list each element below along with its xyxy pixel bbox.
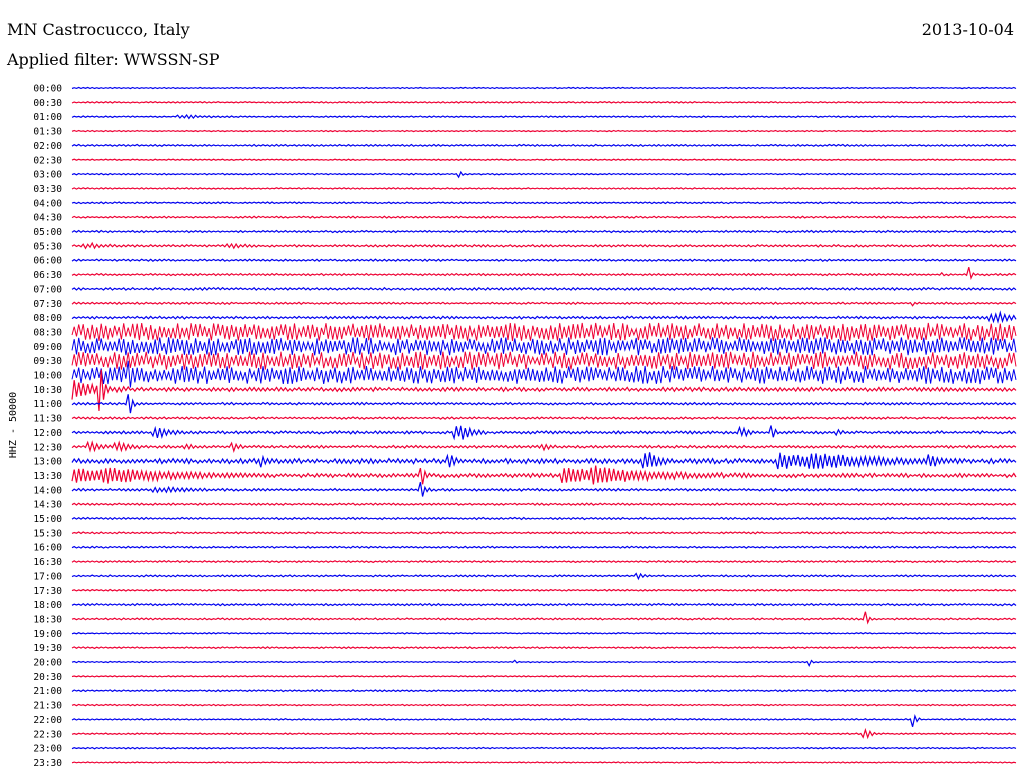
time-tick-labels: 00:00 00:30 01:00 01:30 02:00 02:30 03:00 03:30… xyxy=(33,84,62,769)
trace-2200 xyxy=(71,713,1017,727)
tick-label: 05:00 xyxy=(33,227,62,238)
tick-label: 02:00 xyxy=(33,141,62,152)
trace-0530 xyxy=(71,241,1017,250)
trace-2230 xyxy=(71,727,1017,740)
tick-label: 03:30 xyxy=(33,184,62,195)
trace-1230 xyxy=(71,440,1017,454)
trace-0900 xyxy=(71,337,1017,356)
tick-label: 06:00 xyxy=(33,256,62,267)
trace-1500 xyxy=(71,516,1017,521)
trace-1130 xyxy=(71,416,1017,420)
trace-0030 xyxy=(71,101,1017,104)
trace-0800 xyxy=(71,310,1017,324)
tick-label: 00:00 xyxy=(33,84,62,95)
trace-0200 xyxy=(71,143,1017,148)
trace-1430 xyxy=(71,502,1017,506)
tick-label: 03:00 xyxy=(33,170,62,181)
tick-label: 20:00 xyxy=(33,658,62,669)
trace-2330 xyxy=(71,761,1017,764)
trace-2100 xyxy=(71,689,1017,693)
trace-0330 xyxy=(71,187,1017,190)
tick-label: 12:30 xyxy=(33,442,62,453)
tick-label: 19:30 xyxy=(33,643,62,654)
tick-label: 13:30 xyxy=(33,471,62,482)
trace-0430 xyxy=(71,215,1017,219)
tick-label: 12:00 xyxy=(33,428,62,439)
tick-label: 23:00 xyxy=(33,744,62,755)
trace-2000 xyxy=(71,659,1017,667)
trace-0300 xyxy=(71,170,1017,179)
trace-2130 xyxy=(71,703,1017,707)
tick-label: 16:00 xyxy=(33,543,62,554)
tick-label: 01:30 xyxy=(33,127,62,138)
tick-label: 01:00 xyxy=(33,112,62,123)
tick-label: 17:00 xyxy=(33,571,62,582)
trace-1530 xyxy=(71,531,1017,535)
tick-label: 21:00 xyxy=(33,686,62,697)
trace-1730 xyxy=(71,588,1017,592)
trace-1900 xyxy=(71,632,1017,635)
tick-label: 00:30 xyxy=(33,98,62,109)
trace-0500 xyxy=(71,229,1017,234)
trace-1630 xyxy=(71,559,1017,564)
trace-1700 xyxy=(71,572,1017,581)
tick-label: 09:30 xyxy=(33,356,62,367)
tick-label: 17:30 xyxy=(33,586,62,597)
trace-0000 xyxy=(71,86,1017,90)
tick-label: 23:30 xyxy=(33,758,62,769)
tick-label: 21:30 xyxy=(33,701,62,712)
trace-1330 xyxy=(71,465,1017,485)
trace-2300 xyxy=(71,746,1017,750)
trace-1600 xyxy=(71,545,1017,549)
trace-0700 xyxy=(71,286,1017,291)
tick-label: 07:00 xyxy=(33,284,62,295)
trace-1930 xyxy=(71,646,1017,650)
trace-0730 xyxy=(71,301,1017,307)
tick-label: 10:00 xyxy=(33,371,62,382)
tick-label: 14:00 xyxy=(33,485,62,496)
tick-label: 11:30 xyxy=(33,414,62,425)
trace-1300 xyxy=(71,452,1017,470)
trace-0100 xyxy=(71,113,1017,120)
trace-0130 xyxy=(71,129,1017,133)
tick-label: 08:00 xyxy=(33,313,62,324)
tick-label: 15:30 xyxy=(33,528,62,539)
tick-label: 14:30 xyxy=(33,500,62,511)
tick-label: 06:30 xyxy=(33,270,62,281)
tick-label: 04:30 xyxy=(33,213,62,224)
tick-label: 18:00 xyxy=(33,600,62,611)
tick-label: 22:00 xyxy=(33,715,62,726)
tick-label: 05:30 xyxy=(33,241,62,252)
tick-label: 10:30 xyxy=(33,385,62,396)
tick-label: 20:30 xyxy=(33,672,62,683)
tick-label: 08:30 xyxy=(33,327,62,338)
tick-label: 11:00 xyxy=(33,399,62,410)
helicorder-plot: 00:00 00:30 01:00 01:30 02:00 02:30 03:00 03:30… xyxy=(8,84,1017,769)
tick-label: 09:00 xyxy=(33,342,62,353)
y-axis-label: HHZ - 50000 xyxy=(8,392,19,458)
trace-0230 xyxy=(71,158,1017,161)
trace-1200 xyxy=(71,425,1017,441)
trace-2030 xyxy=(71,675,1017,678)
seismic-traces xyxy=(71,86,1017,764)
trace-1830 xyxy=(71,611,1017,625)
tick-label: 13:00 xyxy=(33,457,62,468)
trace-0400 xyxy=(71,201,1017,205)
tick-label: 19:00 xyxy=(33,629,62,640)
trace-1100 xyxy=(71,394,1017,414)
tick-label: 04:00 xyxy=(33,198,62,209)
trace-0600 xyxy=(71,258,1017,262)
tick-label: 18:30 xyxy=(33,614,62,625)
tick-label: 02:30 xyxy=(33,155,62,166)
tick-label: 22:30 xyxy=(33,729,62,740)
tick-label: 07:30 xyxy=(33,299,62,310)
tick-label: 16:30 xyxy=(33,557,62,568)
trace-1400 xyxy=(71,482,1017,497)
trace-1800 xyxy=(71,602,1017,607)
trace-0630 xyxy=(71,267,1017,281)
tick-label: 15:00 xyxy=(33,514,62,525)
